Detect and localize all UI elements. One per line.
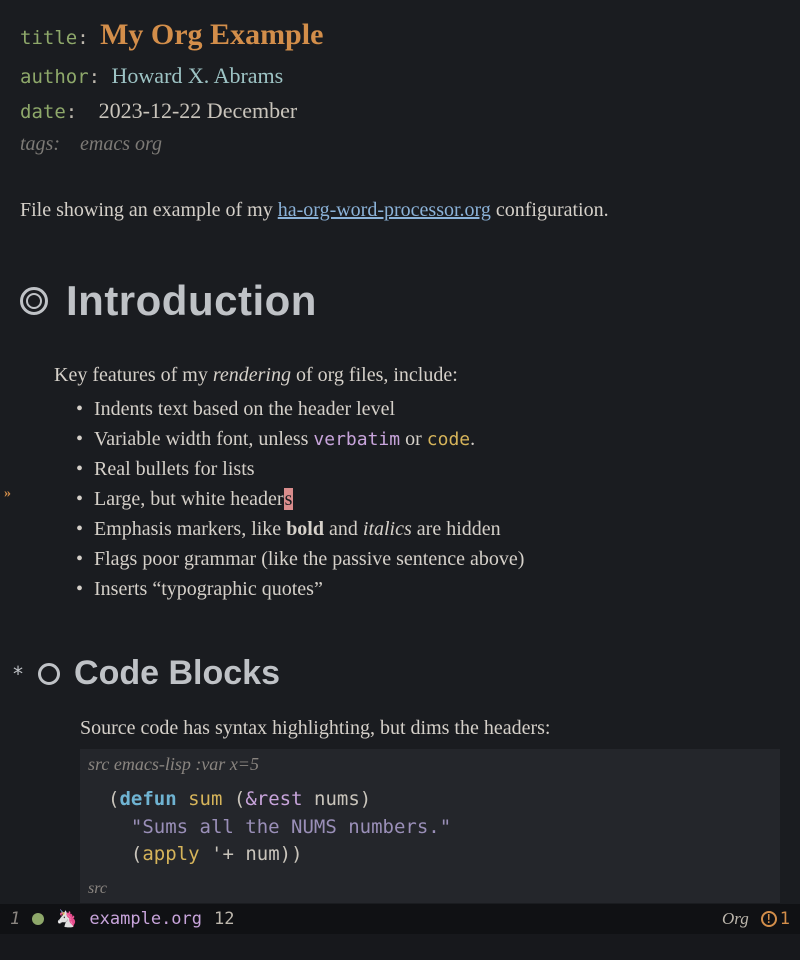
- line-number: 12: [214, 909, 234, 929]
- list-item: Large, but white headers: [76, 484, 780, 514]
- warning-count: 1: [780, 909, 790, 929]
- features-lead: Key features of my rendering of org file…: [54, 360, 780, 390]
- code-section: Source code has syntax highlighting, but…: [80, 713, 780, 903]
- document-title: My Org Example: [100, 18, 323, 51]
- document-date: 2023-12-22 December: [89, 98, 298, 123]
- heading-2-text: Code Blocks: [74, 648, 280, 699]
- intro-paragraph: File showing an example of my ha-org-wor…: [20, 195, 780, 225]
- list-item: Real bullets for lists: [76, 454, 780, 484]
- code-span: code: [427, 429, 470, 450]
- features-block: Key features of my rendering of org file…: [54, 360, 780, 604]
- heading-code-blocks: * Code Blocks: [12, 648, 780, 699]
- features-list: Indents text based on the header level V…: [76, 394, 780, 604]
- list-item: Indents text based on the header level: [76, 394, 780, 424]
- meta-date-line: date: 2023-12-22 December: [20, 94, 780, 127]
- config-link[interactable]: ha-org-word-processor.org: [278, 199, 491, 221]
- major-mode[interactable]: Org: [722, 909, 749, 929]
- src-block-body[interactable]: (defun sum (&rest nums) "Sums all the NU…: [80, 780, 780, 875]
- meta-author-key: author: [20, 66, 89, 88]
- buffer-modified-icon: [32, 913, 44, 925]
- list-item: Emphasis markers, like bold and italics …: [76, 514, 780, 544]
- document-tags: emacs org: [80, 133, 162, 155]
- meta-tags-line: tags: emacs org: [20, 129, 780, 159]
- meta-date-key: date: [20, 101, 66, 123]
- unicorn-icon: 🦄: [56, 909, 77, 929]
- heading-introduction: Introduction: [20, 269, 780, 332]
- left-gutter: »: [0, 0, 18, 960]
- fringe-arrow-icon: »: [4, 486, 11, 502]
- meta-title-line: title: My Org Example: [20, 12, 780, 57]
- buffer-name[interactable]: example.org: [89, 909, 202, 929]
- meta-tags-key: tags:: [20, 133, 60, 155]
- heading-1-text: Introduction: [66, 269, 317, 332]
- src-intro-text: Source code has syntax highlighting, but…: [80, 713, 780, 743]
- echo-area: [0, 934, 800, 960]
- list-item: Variable width font, unless verbatim or …: [76, 424, 780, 454]
- src-block-header: src emacs-lisp :var x=5: [80, 749, 780, 780]
- flycheck-warning[interactable]: ! 1: [761, 909, 790, 929]
- document-author: Howard X. Abrams: [112, 63, 284, 88]
- list-item: Flags poor grammar (like the passive sen…: [76, 544, 780, 574]
- buffer-content[interactable]: title: My Org Example author: Howard X. …: [0, 0, 800, 903]
- src-block-footer: src: [80, 875, 780, 903]
- mode-line[interactable]: 1 🦄 example.org 12 Org ! 1: [0, 904, 800, 934]
- heading-bullet-icon: [20, 287, 48, 315]
- meta-author-line: author: Howard X. Abrams: [20, 59, 780, 92]
- heading-bullet-icon: [38, 663, 60, 685]
- verbatim-span: verbatim: [313, 429, 400, 450]
- meta-title-key: title: [20, 27, 77, 49]
- text-cursor: s: [284, 488, 294, 510]
- warning-icon: !: [761, 911, 777, 927]
- window-number: 1: [10, 909, 20, 929]
- list-item: Inserts “typographic quotes”: [76, 574, 780, 604]
